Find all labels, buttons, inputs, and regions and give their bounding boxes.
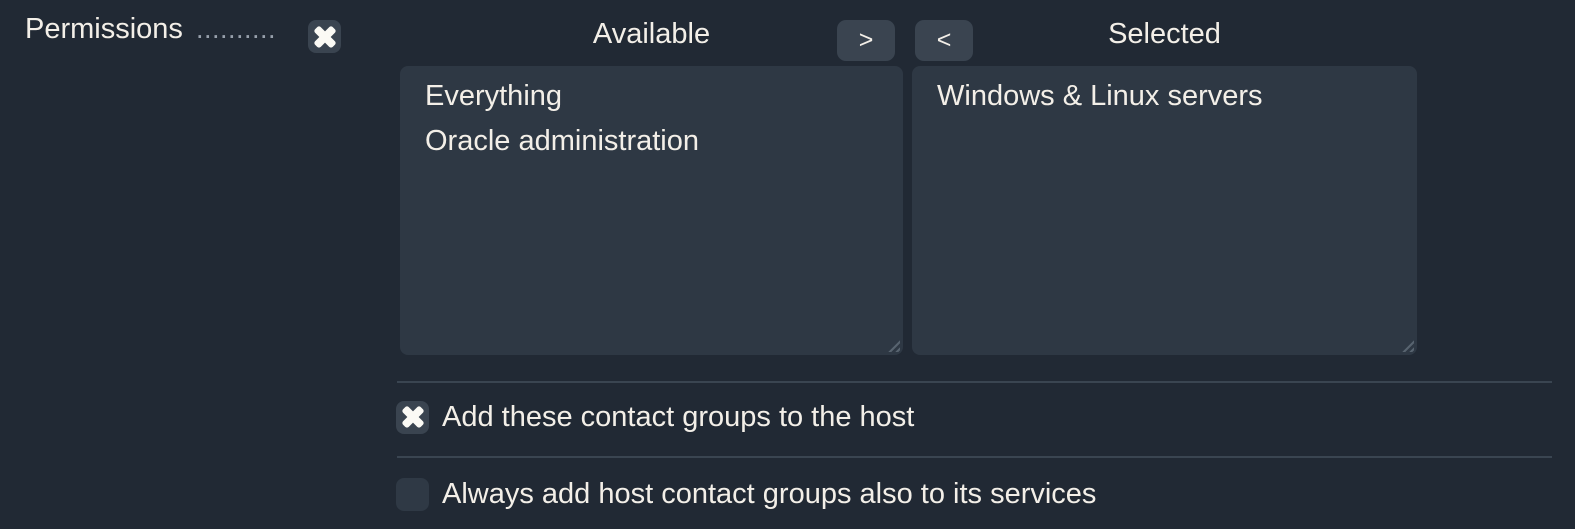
option-row-always-add-to-services[interactable]: Always add host contact groups also to i…: [396, 477, 1096, 511]
label-filler-dots: ..........: [195, 14, 276, 44]
add-contact-groups-checkbox[interactable]: [396, 400, 429, 434]
permissions-label: Permissions: [25, 13, 183, 45]
checkbox-label[interactable]: Always add host contact groups also to i…: [442, 477, 1096, 511]
option-row-add-contact-groups[interactable]: Add these contact groups to the host: [396, 400, 914, 434]
available-column-header: Available: [592, 18, 711, 50]
checkbox-label[interactable]: Add these contact groups to the host: [442, 400, 914, 434]
selected-listbox[interactable]: Windows & Linux servers: [912, 66, 1417, 355]
resize-grip-icon[interactable]: [885, 337, 900, 352]
resize-grip-icon[interactable]: [1399, 337, 1414, 352]
chevron-left-icon: <: [936, 26, 952, 54]
available-listbox[interactable]: Everything Oracle administration: [400, 66, 903, 355]
selected-column-header: Selected: [1108, 18, 1221, 50]
list-item[interactable]: Windows & Linux servers: [912, 74, 1417, 119]
permissions-enable-checkbox[interactable]: [308, 20, 341, 53]
list-item[interactable]: Everything: [400, 74, 903, 119]
x-icon: [400, 404, 426, 430]
x-icon: [312, 24, 338, 50]
move-to-available-button[interactable]: <: [915, 20, 973, 61]
chevron-right-icon: >: [858, 26, 874, 54]
move-to-selected-button[interactable]: >: [837, 20, 895, 61]
divider: [397, 381, 1552, 383]
divider: [397, 456, 1552, 458]
list-item[interactable]: Oracle administration: [400, 119, 903, 164]
always-add-services-checkbox[interactable]: [396, 477, 429, 511]
permissions-row-label: Permissions..........: [25, 11, 276, 47]
